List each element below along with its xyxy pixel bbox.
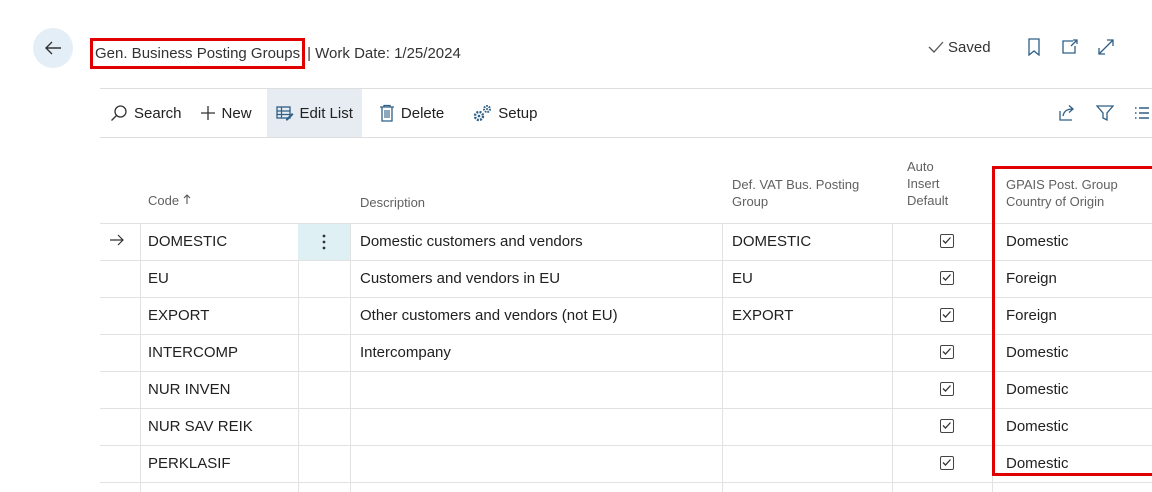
- column-header-def-vat[interactable]: Def. VAT Bus. Posting Group: [732, 176, 859, 210]
- filter-icon[interactable]: [1096, 104, 1114, 122]
- column-header-code-label: Code: [148, 193, 180, 208]
- header-actions: Saved: [928, 38, 1115, 56]
- search-icon: [111, 105, 127, 121]
- gears-icon: [474, 105, 492, 122]
- page-header: Gen. Business Posting Groups | Work Date…: [90, 34, 461, 72]
- expand-icon[interactable]: [1097, 38, 1115, 56]
- column-header-auto-line3: Default: [907, 193, 949, 208]
- cell-description[interactable]: Customers and vendors in EU: [360, 261, 560, 297]
- delete-button[interactable]: Delete: [370, 89, 453, 137]
- cell-code[interactable]: PERKLASIF: [148, 446, 231, 482]
- auto-insert-checkbox[interactable]: [940, 382, 954, 396]
- auto-insert-checkbox[interactable]: [940, 308, 954, 322]
- auto-insert-checkbox[interactable]: [940, 234, 954, 248]
- edit-list-label: Edit List: [299, 104, 353, 122]
- column-header-def-vat-line1: Def. VAT Bus. Posting: [732, 177, 860, 192]
- search-button[interactable]: Search: [100, 89, 191, 137]
- action-bar: Search New Edit List Delete Setup: [100, 88, 1152, 138]
- work-date: | Work Date: 1/25/2024: [307, 44, 461, 62]
- cell-def-vat[interactable]: EXPORT: [732, 298, 793, 334]
- table-row-partial: [100, 483, 1152, 492]
- bookmark-icon[interactable]: [1027, 38, 1041, 56]
- action-bar-right: [1058, 89, 1152, 137]
- open-new-window-icon[interactable]: [1061, 38, 1079, 56]
- page-title: Gen. Business Posting Groups: [90, 37, 306, 69]
- cell-code[interactable]: DOMESTIC: [148, 224, 227, 260]
- search-label: Search: [134, 104, 182, 122]
- cell-description[interactable]: Other customers and vendors (not EU): [360, 298, 618, 334]
- cell-code[interactable]: NUR SAV REIK: [148, 409, 253, 445]
- cell-description[interactable]: Domestic customers and vendors: [360, 224, 583, 260]
- back-button[interactable]: [33, 28, 73, 68]
- checkmark-icon: [928, 41, 944, 53]
- more-options-icon: [322, 234, 326, 250]
- new-label: New: [221, 104, 252, 122]
- column-header-auto-insert[interactable]: Auto Insert Default: [907, 158, 948, 209]
- new-button[interactable]: New: [191, 89, 261, 137]
- column-header-auto-line2: Insert: [907, 176, 940, 191]
- cell-code[interactable]: NUR INVEN: [148, 372, 231, 408]
- delete-label: Delete: [400, 104, 445, 122]
- auto-insert-checkbox[interactable]: [940, 271, 954, 285]
- cell-def-vat[interactable]: EU: [732, 261, 753, 297]
- cell-code[interactable]: INTERCOMP: [148, 335, 238, 371]
- plus-icon: [200, 106, 215, 120]
- list-view-icon[interactable]: [1134, 105, 1150, 121]
- auto-insert-checkbox[interactable]: [940, 456, 954, 470]
- setup-label: Setup: [498, 104, 538, 122]
- column-header-def-vat-line2: Group: [732, 194, 769, 209]
- column-header-auto-line1: Auto: [907, 159, 934, 174]
- cell-code[interactable]: EU: [148, 261, 169, 297]
- edit-list-button[interactable]: Edit List: [266, 89, 362, 137]
- saved-status: Saved: [928, 39, 991, 56]
- edit-list-icon: [275, 106, 294, 121]
- column-header-code[interactable]: Code: [148, 192, 191, 209]
- auto-insert-checkbox[interactable]: [940, 345, 954, 359]
- cell-description[interactable]: Intercompany: [360, 335, 451, 371]
- gpais-column-highlight: [992, 166, 1152, 476]
- share-icon[interactable]: [1058, 104, 1076, 122]
- cell-code[interactable]: EXPORT: [148, 298, 209, 334]
- row-menu-button[interactable]: [298, 224, 350, 260]
- current-row-arrow-icon: [110, 224, 124, 260]
- auto-insert-checkbox[interactable]: [940, 419, 954, 433]
- column-header-description[interactable]: Description: [360, 194, 425, 211]
- saved-label: Saved: [948, 38, 991, 56]
- arrow-left-icon: [45, 41, 61, 55]
- cell-def-vat[interactable]: DOMESTIC: [732, 224, 811, 260]
- sort-ascending-icon: [183, 194, 191, 204]
- trash-icon: [379, 104, 394, 122]
- setup-button[interactable]: Setup: [463, 89, 546, 137]
